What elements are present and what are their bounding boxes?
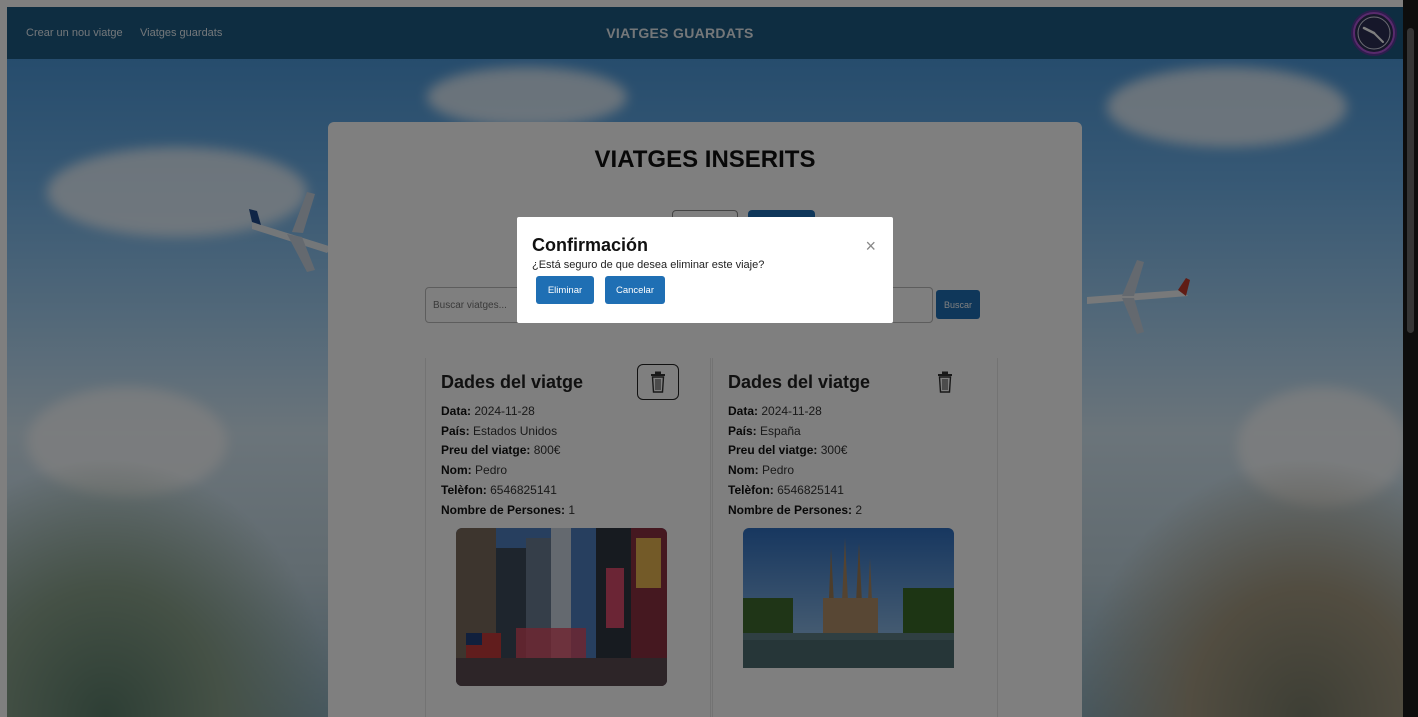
cancel-button[interactable]: Cancelar xyxy=(605,276,665,304)
close-icon[interactable]: × xyxy=(865,237,876,255)
delete-confirmation-modal: Confirmación × ¿Está seguro de que desea… xyxy=(517,217,893,323)
modal-message: ¿Está seguro de que desea eliminar este … xyxy=(532,259,765,271)
confirm-delete-button[interactable]: Eliminar xyxy=(536,276,594,304)
modal-title: Confirmación xyxy=(532,235,649,255)
modal-backdrop[interactable] xyxy=(0,0,1418,717)
